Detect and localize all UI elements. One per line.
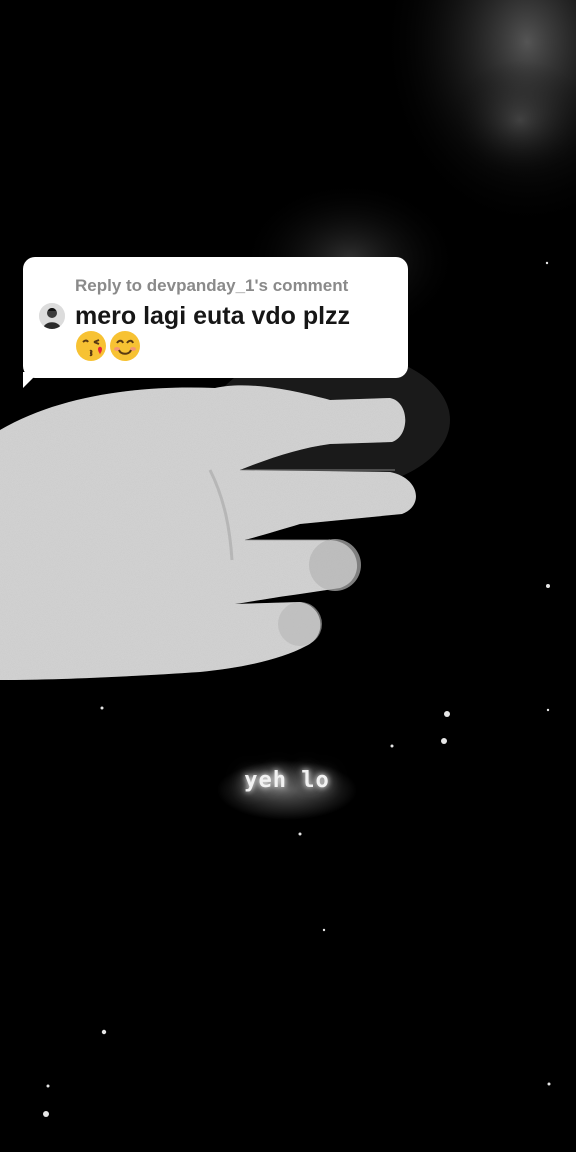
face-blowing-kiss-emoji: [76, 331, 106, 361]
video-frame[interactable]: Reply to devpanday_1's comment mero lagi…: [0, 0, 576, 1152]
background-artwork: [0, 0, 576, 1152]
smiling-face-emoji: [110, 331, 140, 361]
reply-bubble-tail: [23, 372, 39, 388]
avatar-person-icon: [39, 303, 65, 329]
reply-emoji-row: [75, 330, 141, 364]
reply-comment-text: mero lagi euta vdo plzz: [75, 302, 351, 330]
reply-header-text: Reply to devpanday_1's comment: [75, 276, 349, 295]
video-caption: yeh lo: [244, 768, 330, 793]
commenter-avatar[interactable]: [39, 303, 65, 329]
